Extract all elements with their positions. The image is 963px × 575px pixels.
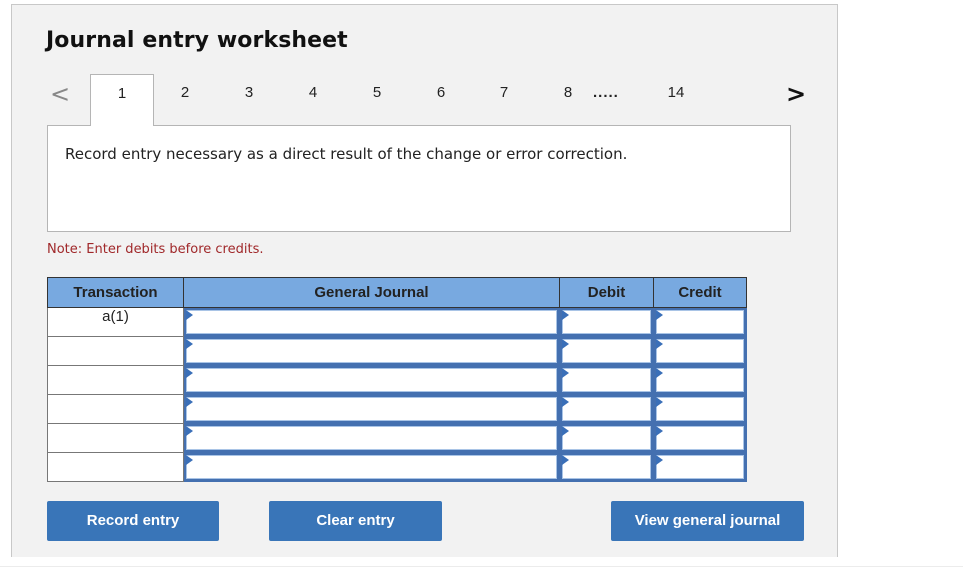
- debit-cell: [559, 423, 654, 453]
- credit-cell: [653, 394, 747, 424]
- transaction-cell: [47, 394, 184, 424]
- account-cell: [183, 336, 560, 366]
- debit-input[interactable]: [562, 426, 651, 450]
- header-debit: Debit: [559, 277, 654, 308]
- tab-4[interactable]: 4: [298, 84, 328, 101]
- transaction-cell: a(1): [47, 307, 184, 337]
- tab-7[interactable]: 7: [489, 84, 519, 101]
- debit-cell: [559, 452, 654, 482]
- account-input[interactable]: [186, 310, 557, 334]
- credit-cell: [653, 365, 747, 395]
- debit-cell: [559, 394, 654, 424]
- dropdown-marker-icon: [656, 397, 663, 407]
- credit-cell: [653, 307, 747, 337]
- dropdown-marker-icon: [186, 397, 193, 407]
- table-header-row: Transaction General Journal Debit Credit: [47, 277, 747, 308]
- credit-input[interactable]: [656, 310, 744, 334]
- credit-input[interactable]: [656, 397, 744, 421]
- dropdown-marker-icon: [562, 368, 569, 378]
- credit-input[interactable]: [656, 339, 744, 363]
- tab-1[interactable]: 1: [90, 74, 154, 126]
- table-row: [47, 423, 747, 453]
- account-cell: [183, 365, 560, 395]
- credit-cell: [653, 336, 747, 366]
- table-row: [47, 336, 747, 366]
- debit-cell: [559, 336, 654, 366]
- tab-14[interactable]: 14: [661, 84, 691, 101]
- debit-cell: [559, 365, 654, 395]
- dropdown-marker-icon: [656, 426, 663, 436]
- tab-2[interactable]: 2: [170, 84, 200, 101]
- dropdown-marker-icon: [656, 455, 663, 465]
- table-row: [47, 452, 747, 482]
- account-cell: [183, 452, 560, 482]
- note-text: Note: Enter debits before credits.: [47, 242, 264, 257]
- credit-cell: [653, 423, 747, 453]
- transaction-cell: [47, 423, 184, 453]
- dropdown-marker-icon: [562, 397, 569, 407]
- journal-table: Transaction General Journal Debit Credit…: [47, 277, 747, 482]
- account-cell: [183, 423, 560, 453]
- header-credit: Credit: [653, 277, 747, 308]
- dropdown-marker-icon: [562, 339, 569, 349]
- dropdown-marker-icon: [186, 339, 193, 349]
- dropdown-marker-icon: [186, 310, 193, 320]
- debit-input[interactable]: [562, 310, 651, 334]
- description-box: Record entry necessary as a direct resul…: [47, 125, 791, 232]
- debit-input[interactable]: [562, 397, 651, 421]
- table-row: a(1): [47, 307, 747, 337]
- dropdown-marker-icon: [656, 310, 663, 320]
- table-row: [47, 365, 747, 395]
- clear-entry-button[interactable]: Clear entry: [269, 501, 442, 541]
- dropdown-marker-icon: [186, 426, 193, 436]
- account-input[interactable]: [186, 368, 557, 392]
- credit-input[interactable]: [656, 455, 744, 479]
- tab-5[interactable]: 5: [362, 84, 392, 101]
- pagination-ellipsis: .....: [593, 84, 619, 101]
- dropdown-marker-icon: [562, 426, 569, 436]
- transaction-cell: [47, 452, 184, 482]
- credit-cell: [653, 452, 747, 482]
- record-entry-button[interactable]: Record entry: [47, 501, 219, 541]
- view-general-journal-button[interactable]: View general journal: [611, 501, 804, 541]
- tab-3[interactable]: 3: [234, 84, 264, 101]
- divider: [0, 566, 963, 567]
- table-row: [47, 394, 747, 424]
- credit-input[interactable]: [656, 426, 744, 450]
- transaction-cell: [47, 365, 184, 395]
- page-title: Journal entry worksheet: [46, 28, 348, 53]
- dropdown-marker-icon: [186, 455, 193, 465]
- dropdown-marker-icon: [656, 368, 663, 378]
- chevron-left-icon[interactable]: <: [50, 82, 70, 106]
- credit-input[interactable]: [656, 368, 744, 392]
- dropdown-marker-icon: [186, 368, 193, 378]
- chevron-right-icon[interactable]: >: [786, 82, 806, 106]
- header-general-journal: General Journal: [183, 277, 560, 308]
- account-input[interactable]: [186, 426, 557, 450]
- dropdown-marker-icon: [656, 339, 663, 349]
- debit-input[interactable]: [562, 455, 651, 479]
- transaction-cell: [47, 336, 184, 366]
- account-input[interactable]: [186, 455, 557, 479]
- dropdown-marker-icon: [562, 310, 569, 320]
- account-cell: [183, 394, 560, 424]
- header-transaction: Transaction: [47, 277, 184, 308]
- description-text: Record entry necessary as a direct resul…: [65, 145, 628, 163]
- debit-input[interactable]: [562, 339, 651, 363]
- account-input[interactable]: [186, 397, 557, 421]
- account-cell: [183, 307, 560, 337]
- tab-6[interactable]: 6: [426, 84, 456, 101]
- tab-8[interactable]: 8: [553, 84, 583, 101]
- debit-input[interactable]: [562, 368, 651, 392]
- account-input[interactable]: [186, 339, 557, 363]
- dropdown-marker-icon: [562, 455, 569, 465]
- debit-cell: [559, 307, 654, 337]
